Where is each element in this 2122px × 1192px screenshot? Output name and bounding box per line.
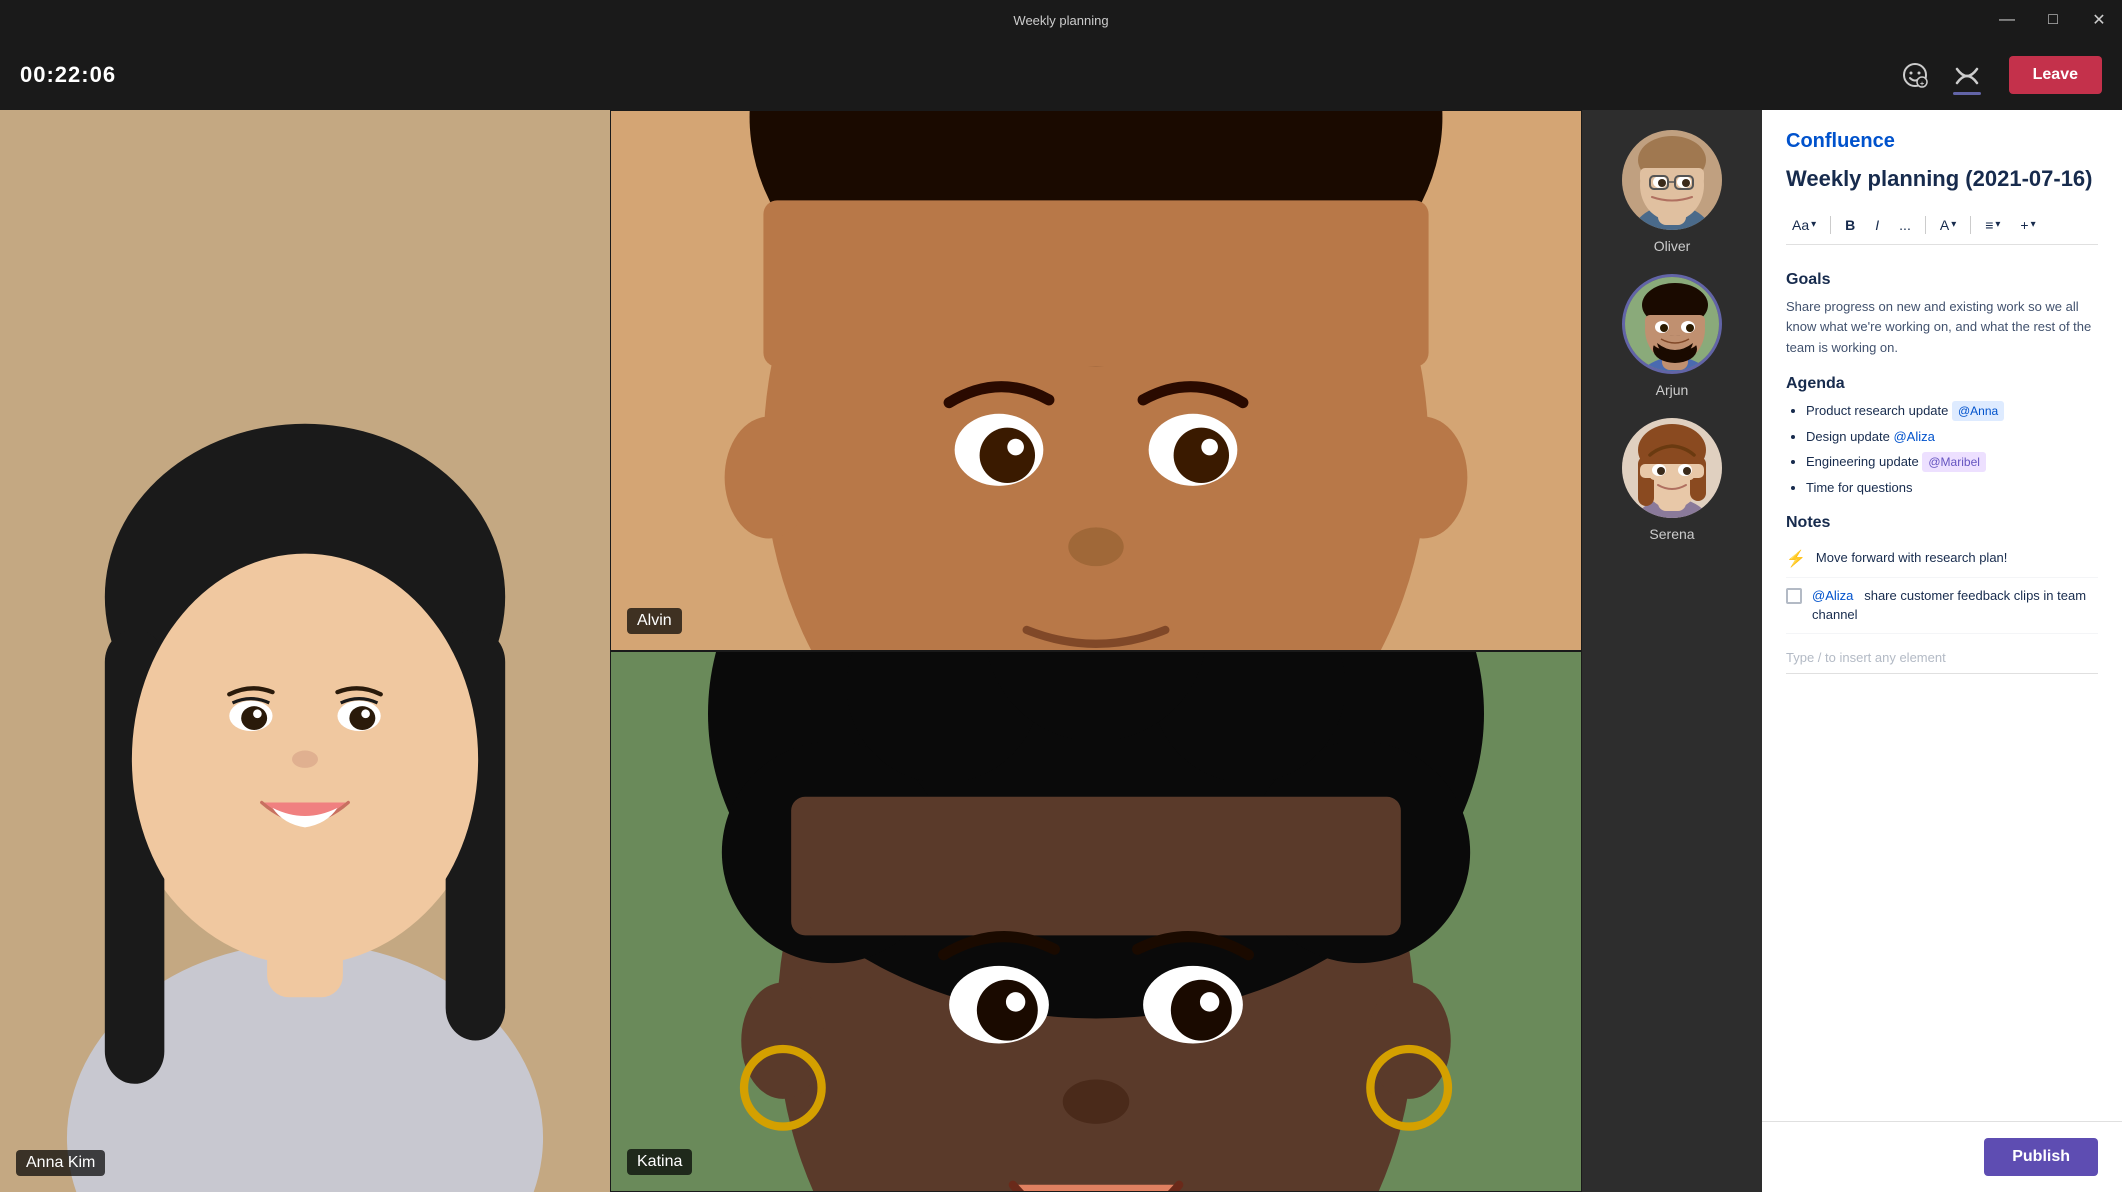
agenda-item-1: Product research update @Anna <box>1806 401 2098 421</box>
note-item-2: @Aliza share customer feedback clips in … <box>1786 578 2098 634</box>
video-grid: Alvin <box>610 110 1582 1192</box>
mention-aliza-note: @Aliza <box>1812 588 1853 603</box>
window-title: Weekly planning <box>1013 13 1108 28</box>
note-text-1: Move forward with research plan! <box>1816 548 2098 568</box>
toolbar-divider-3 <box>1970 216 1971 234</box>
oliver-avatar <box>1622 130 1722 230</box>
agenda-item-3: Engineering update @Maribel <box>1806 452 2098 472</box>
confluence-header: Confluence Weekly planning (2021-07-16) … <box>1762 110 2122 255</box>
confluence-panel-button[interactable] <box>1945 53 1989 97</box>
participant-arjun: Arjun <box>1622 274 1722 398</box>
agenda-list: Product research update @Anna Design upd… <box>1786 401 2098 498</box>
svg-text:+: + <box>1920 81 1924 88</box>
katina-label: Katina <box>627 1149 692 1175</box>
agenda-item-1-text: Product research update <box>1806 403 1952 418</box>
maximize-button[interactable]: □ <box>2030 0 2076 40</box>
note-item-1: ⚡ Move forward with research plan! <box>1786 540 2098 578</box>
leave-button[interactable]: Leave <box>2009 56 2102 94</box>
goals-text: Share progress on new and existing work … <box>1786 297 2098 359</box>
note-checkbox-1[interactable] <box>1786 588 1802 604</box>
katina-video-feed <box>611 652 1581 1191</box>
agenda-item-4: Time for questions <box>1806 478 2098 498</box>
arjun-avatar <box>1622 274 1722 374</box>
participants-sidebar: Oliver <box>1582 110 1762 1192</box>
bold-button[interactable]: B <box>1839 214 1861 236</box>
lightning-icon: ⚡ <box>1786 549 1806 569</box>
oliver-avatar-image <box>1622 130 1722 230</box>
participant-serena: Serena <box>1622 418 1722 542</box>
confluence-content: Goals Share progress on new and existing… <box>1762 255 2122 1121</box>
note-input-placeholder[interactable]: Type / to insert any element <box>1786 642 2098 674</box>
text-color-button[interactable]: A ▾ <box>1934 214 1962 236</box>
agenda-item-3-text: Engineering update <box>1806 454 1922 469</box>
agenda-item-4-text: Time for questions <box>1806 480 1912 495</box>
more-formatting-button[interactable]: ... <box>1893 214 1917 236</box>
oliver-name: Oliver <box>1654 238 1691 254</box>
title-bar: Weekly planning — □ ✕ <box>0 0 2122 40</box>
emoji-icon: + <box>1902 62 1928 88</box>
emoji-reaction-button[interactable]: + <box>1893 53 1937 97</box>
italic-button[interactable]: I <box>1869 214 1885 236</box>
video-large-anna: Anna Kim <box>0 110 610 1192</box>
confluence-icon <box>1953 61 1981 89</box>
list-button[interactable]: ≡ ▾ <box>1979 214 2006 236</box>
notes-section: ⚡ Move forward with research plan! @Aliz… <box>1786 540 2098 674</box>
mention-anna[interactable]: @Anna <box>1952 401 2004 421</box>
confluence-footer: Publish <box>1762 1121 2122 1192</box>
window-controls: — □ ✕ <box>1984 0 2122 40</box>
publish-button[interactable]: Publish <box>1984 1138 2098 1176</box>
close-button[interactable]: ✕ <box>2076 0 2122 40</box>
mention-maribel[interactable]: @Maribel <box>1922 452 1986 472</box>
confluence-sidebar: Confluence Weekly planning (2021-07-16) … <box>1762 110 2122 1192</box>
video-cell-katina: Katina <box>610 651 1582 1192</box>
anna-label: Anna Kim <box>16 1150 105 1176</box>
notes-heading: Notes <box>1786 514 2098 532</box>
serena-avatar-image <box>1622 418 1722 518</box>
video-cell-alvin: Alvin <box>610 110 1582 651</box>
toolbar-divider-1 <box>1830 216 1831 234</box>
add-element-button[interactable]: + ▾ <box>2014 214 2041 236</box>
anna-video-feed <box>0 110 610 1192</box>
goals-heading: Goals <box>1786 271 2098 289</box>
note-text-2: @Aliza share customer feedback clips in … <box>1812 586 2098 625</box>
agenda-item-2: Design update @Aliza <box>1806 427 2098 447</box>
top-bar-icons: + <box>1893 53 1989 97</box>
serena-name: Serena <box>1649 526 1694 542</box>
alvin-label: Alvin <box>627 608 682 634</box>
arjun-avatar-image <box>1625 277 1722 374</box>
serena-avatar <box>1622 418 1722 518</box>
call-timer: 00:22:06 <box>20 62 116 88</box>
confluence-doc-title: Weekly planning (2021-07-16) <box>1786 165 2098 194</box>
confluence-brand: Confluence <box>1786 130 2098 153</box>
participant-oliver: Oliver <box>1622 130 1722 254</box>
minimize-button[interactable]: — <box>1984 0 2030 40</box>
font-size-button[interactable]: Aa ▾ <box>1786 214 1822 236</box>
agenda-heading: Agenda <box>1786 375 2098 393</box>
confluence-toolbar: Aa ▾ B I ... A ▾ <box>1786 206 2098 245</box>
alvin-video-feed <box>611 111 1581 650</box>
agenda-item-2-text: Design update <box>1806 429 1893 444</box>
mention-aliza-plain: @Aliza <box>1893 429 1934 444</box>
arjun-name: Arjun <box>1656 382 1689 398</box>
top-bar: 00:22:06 + Leave <box>0 40 2122 110</box>
main-area: Anna Kim <box>0 110 2122 1192</box>
toolbar-divider-2 <box>1925 216 1926 234</box>
